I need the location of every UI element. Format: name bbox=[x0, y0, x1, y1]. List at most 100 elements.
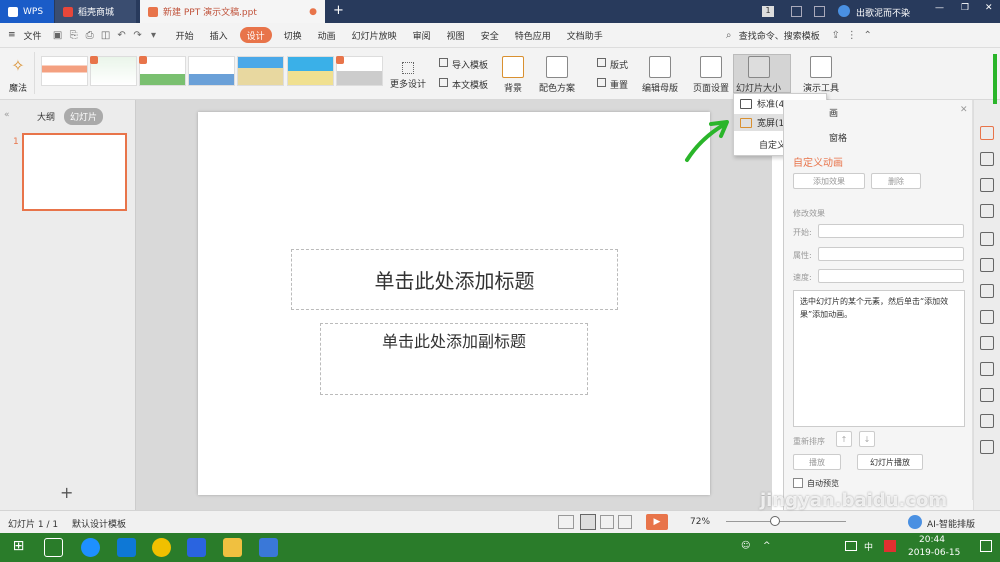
slide-canvas[interactable]: 单击此处添加标题 单击此处添加副标题 bbox=[198, 112, 710, 495]
design-thumb-6[interactable] bbox=[287, 56, 334, 86]
tray-chevron-icon[interactable]: ^ bbox=[763, 541, 771, 551]
menu-special[interactable]: 特色应用 bbox=[507, 23, 559, 48]
volume-icon[interactable] bbox=[980, 362, 994, 376]
more-icon[interactable]: ⋮ bbox=[844, 27, 860, 43]
redo-icon[interactable]: ↷ bbox=[130, 27, 146, 43]
crop-icon[interactable] bbox=[980, 284, 994, 298]
picture-icon[interactable] bbox=[980, 336, 994, 350]
tab-dot-icon[interactable]: ● bbox=[309, 7, 317, 17]
menu-start[interactable]: 开始 bbox=[168, 23, 202, 48]
print-icon[interactable]: ⎙ bbox=[82, 27, 98, 43]
more-design-button[interactable]: 更多设计 bbox=[390, 62, 426, 90]
move-down-icon[interactable]: ↓ bbox=[859, 431, 875, 447]
animation-list[interactable]: 选中幻灯片的某个元素，然后单击“添加效果”添加动画。 bbox=[793, 290, 965, 427]
zoom-handle[interactable] bbox=[770, 516, 780, 526]
start-select[interactable] bbox=[818, 224, 964, 238]
settings-sliders-icon[interactable] bbox=[980, 204, 994, 218]
browser-icon[interactable] bbox=[152, 538, 171, 557]
animation-icon[interactable] bbox=[980, 126, 994, 140]
clock-date[interactable]: 2019-06-15 bbox=[908, 548, 960, 558]
menu-animation[interactable]: 动画 bbox=[310, 23, 344, 48]
color-scheme-button[interactable]: 配色方案 bbox=[539, 56, 575, 94]
background-button[interactable]: 背景 bbox=[502, 56, 524, 94]
close-icon[interactable]: ✕ bbox=[985, 3, 993, 13]
slide-thumbnail[interactable] bbox=[22, 133, 127, 211]
play-button[interactable]: 播放 bbox=[793, 454, 841, 470]
add-slide-button[interactable]: + bbox=[60, 483, 73, 502]
import-template-button[interactable]: 导入模板 bbox=[439, 58, 488, 71]
export-icon[interactable]: ⎘ bbox=[66, 27, 82, 43]
page-setup-button[interactable]: 页面设置 bbox=[693, 56, 729, 94]
presentation-tools-button[interactable]: 演示工具 bbox=[803, 56, 839, 94]
notes-icon[interactable] bbox=[558, 515, 574, 529]
menu-insert[interactable]: 插入 bbox=[202, 23, 236, 48]
zoom-slider[interactable] bbox=[726, 521, 846, 522]
ai-layout-button[interactable]: AI-智能排版 bbox=[927, 517, 975, 530]
skin-icon[interactable] bbox=[791, 6, 802, 17]
history-icon[interactable] bbox=[980, 414, 994, 428]
windows-start-icon[interactable]: ⊞ bbox=[9, 538, 28, 557]
share-icon[interactable]: ⇪ bbox=[828, 27, 844, 43]
magic-button[interactable]: ✧ 魔法 bbox=[7, 56, 29, 94]
autoplay-checkbox[interactable] bbox=[793, 478, 803, 488]
star-icon[interactable] bbox=[980, 258, 994, 272]
share-box-icon[interactable] bbox=[980, 310, 994, 324]
shirt-icon[interactable] bbox=[814, 6, 825, 17]
text-template-button[interactable]: 本文模板 bbox=[439, 78, 488, 91]
edge-icon[interactable] bbox=[117, 538, 136, 557]
clock-time[interactable]: 20:44 bbox=[919, 535, 945, 545]
preview-icon[interactable]: ◫ bbox=[98, 27, 114, 43]
folder-icon[interactable] bbox=[223, 538, 242, 557]
help-icon[interactable] bbox=[980, 440, 994, 454]
window-count-badge[interactable]: 1 bbox=[762, 6, 774, 17]
reset-button[interactable]: 重置 bbox=[597, 78, 628, 91]
layout-button[interactable]: 版式 bbox=[597, 58, 628, 71]
edit-master-button[interactable]: 编辑母版 bbox=[642, 56, 678, 94]
delete-button[interactable]: 删除 bbox=[871, 173, 921, 189]
people-icon[interactable]: ☺ bbox=[741, 541, 750, 551]
user-name[interactable]: 出歌泥而不染 bbox=[856, 6, 910, 19]
search-command[interactable]: 查找命令、搜索模板 bbox=[737, 23, 828, 48]
menu-review[interactable]: 审阅 bbox=[405, 23, 439, 48]
collapse-left-icon[interactable]: « bbox=[4, 110, 10, 120]
new-tab-button[interactable]: + bbox=[333, 3, 344, 18]
maximize-icon[interactable]: ❐ bbox=[961, 3, 969, 13]
avatar[interactable] bbox=[838, 5, 850, 17]
tab-mall[interactable]: 稻壳商城 bbox=[55, 0, 136, 23]
sogou-icon[interactable] bbox=[884, 540, 896, 552]
keyboard-icon[interactable] bbox=[845, 541, 857, 551]
task-view-icon[interactable] bbox=[44, 538, 63, 557]
property-select[interactable] bbox=[818, 247, 964, 261]
design-thumb-1[interactable] bbox=[41, 56, 88, 86]
ime-indicator[interactable]: 中 bbox=[864, 540, 873, 553]
search-icon[interactable]: ⌕ bbox=[721, 27, 737, 43]
slide-size-label-wrap[interactable]: 幻灯片大小 bbox=[736, 56, 781, 94]
wps-taskbar-icon[interactable] bbox=[259, 538, 278, 557]
menu-design[interactable]: 设计 bbox=[239, 27, 272, 43]
menu-view[interactable]: 视图 bbox=[439, 23, 473, 48]
normal-view-icon[interactable] bbox=[580, 514, 596, 530]
design-thumb-4[interactable] bbox=[188, 56, 235, 86]
tab-outline[interactable]: 大纲 bbox=[37, 110, 55, 123]
copy-icon[interactable] bbox=[980, 152, 994, 166]
image-icon[interactable] bbox=[980, 232, 994, 246]
move-up-icon[interactable]: ↑ bbox=[836, 431, 852, 447]
title-placeholder[interactable]: 单击此处添加标题 bbox=[291, 249, 618, 310]
add-effect-button[interactable]: 添加效果 bbox=[793, 173, 865, 189]
menu-slideshow[interactable]: 幻灯片放映 bbox=[344, 23, 405, 48]
collapse-icon[interactable]: ⌃ bbox=[860, 27, 876, 43]
file-menu[interactable]: 文件 bbox=[24, 23, 50, 48]
slideshow-button[interactable]: 幻灯片播放 bbox=[857, 454, 923, 470]
dropdown-chevron-icon[interactable]: ▾ bbox=[146, 27, 162, 43]
close-pane-icon[interactable]: ✕ bbox=[960, 105, 968, 115]
minimize-icon[interactable]: — bbox=[935, 3, 944, 13]
sorter-view-icon[interactable] bbox=[600, 515, 614, 529]
notifications-icon[interactable] bbox=[980, 540, 992, 552]
ie-icon[interactable] bbox=[81, 538, 100, 557]
speed-select[interactable] bbox=[818, 269, 964, 283]
zoom-level[interactable]: 72% bbox=[690, 517, 710, 527]
save-icon[interactable]: ▣ bbox=[50, 27, 66, 43]
scissors-icon[interactable] bbox=[980, 388, 994, 402]
subtitle-placeholder[interactable]: 单击此处添加副标题 bbox=[320, 323, 588, 395]
tab-slides[interactable]: 幻灯片 bbox=[64, 108, 104, 125]
